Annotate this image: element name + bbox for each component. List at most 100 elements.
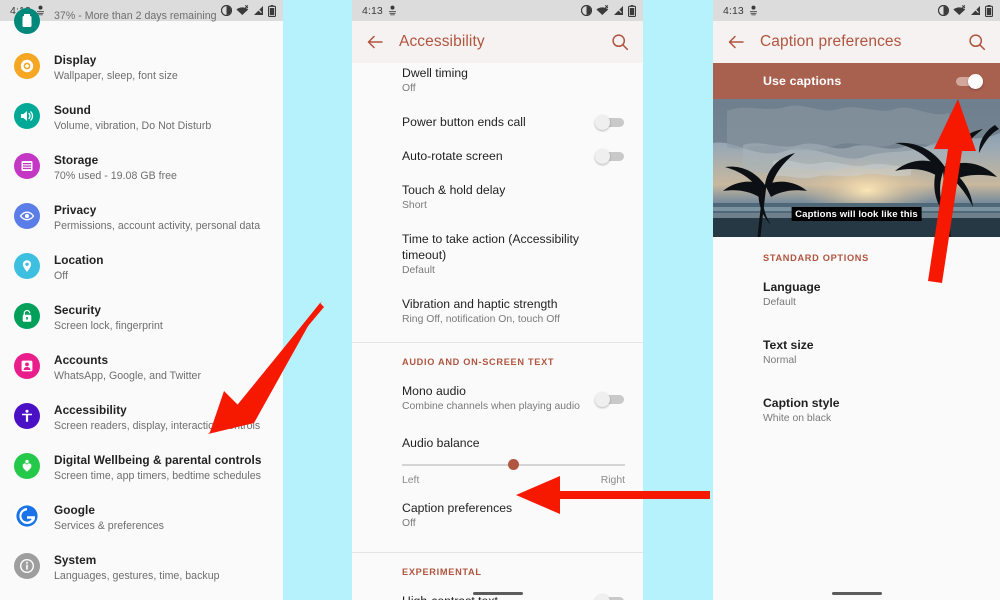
toggle-knob — [595, 594, 610, 600]
settings-item-accessibility[interactable]: Accessibility Screen readers, display, i… — [0, 393, 283, 443]
high-contrast-toggle[interactable] — [595, 594, 625, 600]
settings-item-security[interactable]: Security Screen lock, fingerprint — [0, 293, 283, 343]
wifi-off-icon — [953, 5, 966, 15]
slider-thumb[interactable] — [508, 459, 519, 470]
accessibility-icon — [14, 403, 40, 429]
item-title: Caption preferences — [402, 501, 513, 515]
do-not-disturb-icon — [938, 5, 949, 16]
item-title: Time to take action (Accessibility timeo… — [402, 232, 580, 262]
item-title: Power button ends call — [402, 115, 526, 129]
status-bar: 4:13 — [352, 0, 643, 21]
settings-panel: 4:12 — [0, 0, 283, 600]
caption-item-language[interactable]: Language Default — [713, 270, 1000, 319]
settings-item-subtitle: Screen readers, display, interaction con… — [54, 420, 261, 432]
battery-circle-icon — [14, 8, 40, 34]
search-icon[interactable] — [610, 32, 630, 52]
preview-caption-text: Captions will look like this — [791, 207, 922, 221]
status-bar-right — [938, 4, 993, 17]
settings-item-google[interactable]: Google Services & preferences — [0, 493, 283, 543]
item-title: Audio balance — [402, 436, 480, 450]
battery-icon — [985, 4, 993, 17]
back-arrow-icon[interactable] — [365, 32, 385, 52]
audio-balance-slider[interactable] — [402, 458, 625, 472]
settings-item-subtitle: WhatsApp, Google, and Twitter — [54, 370, 202, 382]
settings-item-title: Privacy — [54, 203, 97, 217]
slider-right-label: Right — [600, 475, 625, 486]
settings-item-accounts[interactable]: Accounts WhatsApp, Google, and Twitter — [0, 343, 283, 393]
item-text: Vibration and haptic strength Ring Off, … — [402, 296, 625, 327]
audio-balance-slider-wrap — [352, 456, 643, 472]
settings-item-digital-wellbeing[interactable]: Digital Wellbeing & parental controls Sc… — [0, 443, 283, 493]
power-button-toggle[interactable] — [595, 115, 625, 130]
section-header-audio: AUDIO AND ON-SCREEN TEXT — [402, 357, 555, 367]
settings-item-title: Digital Wellbeing & parental controls — [54, 453, 262, 467]
settings-item-subtitle: Volume, vibration, Do Not Disturb — [54, 120, 212, 132]
status-bar-clock: 4:13 — [362, 4, 383, 17]
battery-icon — [628, 4, 636, 17]
cellular-off-icon — [971, 5, 980, 15]
settings-item-location[interactable]: Location Off — [0, 243, 283, 293]
settings-item-sound[interactable]: Sound Volume, vibration, Do Not Disturb — [0, 93, 283, 143]
settings-item-subtitle: Screen lock, fingerprint — [54, 320, 163, 332]
item-title: Vibration and haptic strength — [402, 297, 558, 311]
item-text: Dwell timing Off — [402, 65, 625, 96]
settings-item-subtitle: Languages, gestures, time, backup — [54, 570, 220, 582]
item-subtitle: White on black — [763, 413, 832, 424]
settings-item-text: System Languages, gestures, time, backup — [54, 552, 220, 584]
storage-icon — [14, 153, 40, 179]
settings-item-text: Accessibility Screen readers, display, i… — [54, 402, 260, 434]
item-text: Touch & hold delay Short — [402, 182, 625, 213]
search-icon[interactable] — [967, 32, 987, 52]
settings-item-subtitle: Screen time, app timers, bedtime schedul… — [54, 470, 261, 482]
settings-item-title: Google — [54, 503, 95, 517]
item-text: Time to take action (Accessibility timeo… — [402, 231, 625, 278]
caption-toolbar: Caption preferences — [713, 21, 1000, 63]
settings-list: 37% - More than 2 days remaining Display… — [0, 7, 283, 593]
item-subtitle: Default — [763, 297, 796, 308]
accessibility-item-dwell-timing[interactable]: Dwell timing Off — [352, 63, 643, 105]
settings-item-text: Security Screen lock, fingerprint — [54, 302, 163, 334]
settings-item-title: Accessibility — [54, 403, 127, 417]
toggle-knob — [595, 391, 610, 407]
settings-item-storage[interactable]: Storage 70% used - 19.08 GB free — [0, 143, 283, 193]
settings-item-text: Privacy Permissions, account activity, p… — [54, 202, 260, 234]
accessibility-item-auto-rotate-screen[interactable]: Auto-rotate screen — [352, 139, 643, 173]
account-icon — [14, 353, 40, 379]
auto-rotate-toggle[interactable] — [595, 149, 625, 164]
home-indicator[interactable] — [831, 592, 882, 595]
settings-item-text: Display Wallpaper, sleep, font size — [54, 52, 178, 84]
home-indicator[interactable] — [472, 592, 523, 595]
accessibility-item-vibration-haptic-strength[interactable]: Vibration and haptic strength Ring Off, … — [352, 287, 643, 336]
item-title: Text size — [763, 338, 814, 352]
toggle-knob — [595, 115, 610, 130]
caption-item-caption-style[interactable]: Caption style White on black — [713, 377, 1000, 435]
settings-item-system[interactable]: System Languages, gestures, time, backup — [0, 543, 283, 593]
mono-audio-toggle[interactable] — [595, 391, 625, 407]
caption-item-text-size[interactable]: Text size Normal — [713, 319, 1000, 377]
status-bar-left: 4:13 — [723, 5, 758, 17]
use-captions-row[interactable]: Use captions — [713, 63, 1000, 99]
settings-item-subtitle: Permissions, account activity, personal … — [54, 220, 261, 232]
settings-item-display[interactable]: Display Wallpaper, sleep, font size — [0, 43, 283, 93]
accessibility-item-power-button-ends-call[interactable]: Power button ends call — [352, 105, 643, 139]
cellular-off-icon — [254, 5, 263, 15]
settings-item-title: System — [54, 553, 97, 567]
battery-icon — [268, 4, 276, 17]
settings-item-privacy[interactable]: Privacy Permissions, account activity, p… — [0, 193, 283, 243]
accessibility-item-mono-audio[interactable]: Mono audio Combine channels when playing… — [352, 374, 643, 423]
accessibility-item-time-to-take-action[interactable]: Time to take action (Accessibility timeo… — [352, 222, 643, 287]
status-bar-right — [581, 4, 636, 17]
item-subtitle: Off — [402, 518, 416, 529]
back-arrow-icon[interactable] — [726, 32, 746, 52]
use-captions-toggle[interactable] — [953, 74, 983, 89]
item-title: Caption style — [763, 396, 840, 410]
status-bar-left: 4:13 — [362, 5, 397, 17]
accessibility-item-caption-preferences[interactable]: Caption preferences Off — [352, 486, 643, 540]
toggle-knob — [595, 149, 610, 164]
item-text: Power button ends call — [402, 114, 595, 130]
accessibility-panel: 4:13 Accessibility Dwell timing Off Powe… — [352, 0, 643, 600]
accessibility-item-touch-hold-delay[interactable]: Touch & hold delay Short — [352, 173, 643, 222]
settings-item-subtitle: 37% - More than 2 days remaining — [54, 10, 217, 22]
settings-item-title: Accounts — [54, 353, 109, 367]
wifi-off-icon — [596, 5, 609, 15]
